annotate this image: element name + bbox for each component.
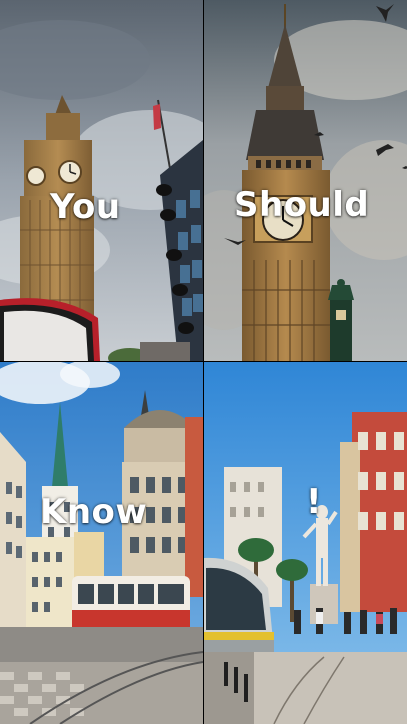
photo-square-statue [204,362,407,724]
photo-old-town-tram [0,362,203,724]
caption-word-should: Should [234,185,370,225]
caption-word-know: Know [40,492,148,532]
caption-word-you: You [50,187,121,227]
caption-exclamation: ! [306,482,323,522]
collage: You Should Know ! [0,0,407,724]
photo-big-ben-closeup [204,0,407,361]
photo-big-ben-cloudy [0,0,203,361]
